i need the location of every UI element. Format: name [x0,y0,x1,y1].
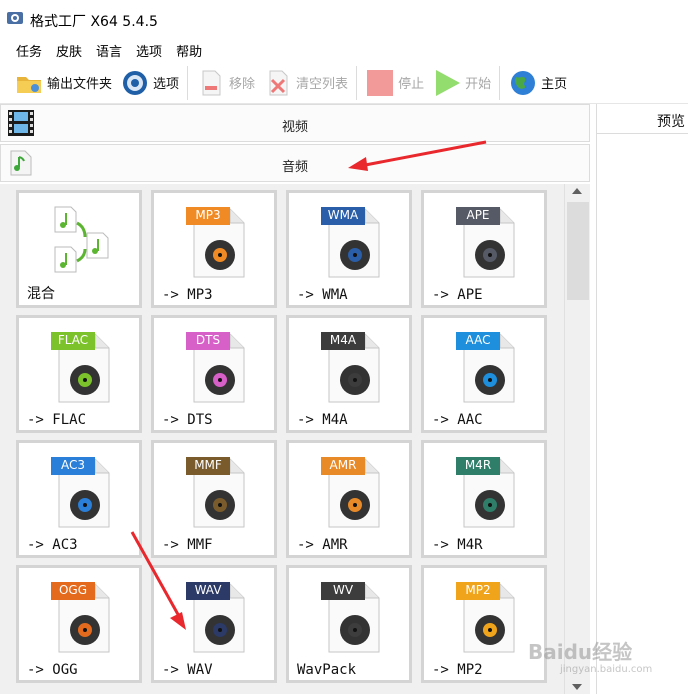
start-label: 开始 [465,77,492,92]
format-tile-wav[interactable]: WAV -> WAV [151,565,277,683]
format-label: -> M4A [297,412,348,428]
menu-language[interactable]: 语言 [96,41,122,60]
output-folder-button[interactable]: 输出文件夹 [10,66,116,100]
format-badge: APE [466,208,490,222]
category-video-label: 视频 [281,120,308,135]
toolbar-separator [356,65,358,100]
format-tile-ac3[interactable]: AC3 -> AC3 [16,440,142,558]
format-tile-dts[interactable]: DTS -> DTS [151,315,277,433]
format-label: -> FLAC [27,412,87,428]
format-label: -> WAV [162,662,213,678]
globe-icon [511,70,536,95]
scroll-thumb[interactable] [567,202,589,300]
home-button[interactable]: 主页 [504,66,571,100]
format-tile-mp2[interactable]: MP2 -> MP2 [421,565,547,683]
stop-icon [367,69,394,96]
format-label: -> M4R [432,537,483,553]
options-label: 选项 [153,77,180,92]
audio-format-grid: 混合 MP3 -> MP3 WMA -> WMA APE -> APE FLAC… [0,184,564,694]
menu-bar: 任务 皮肤 语言 选项 帮助 [0,38,688,62]
window-title: 格式工厂 X64 5.4.5 [30,14,158,30]
format-badge: AAC [465,333,491,347]
format-tile-m4r[interactable]: M4R -> M4R [421,440,547,558]
category-audio[interactable]: 音频 [0,144,590,182]
format-label: -> MMF [162,537,213,553]
start-button[interactable]: 开始 [428,66,495,100]
format-badge: AMR [329,458,357,472]
watermark-url: jingyan.baidu.com [560,664,653,675]
format-badge: WMA [327,208,359,222]
preview-panel: 预览 [596,104,688,694]
format-tile-m4a[interactable]: M4A -> M4A [286,315,412,433]
format-tile-wv[interactable]: WV WavPack [286,565,412,683]
format-label: 混合 [27,286,55,302]
format-label: WavPack [297,662,357,678]
format-badge: MP3 [195,208,221,222]
mix-notes-icon [54,206,109,273]
toolbar: 输出文件夹 选项 移除 清空列表 停止 开始 主页 [0,62,688,104]
format-tile-ogg[interactable]: OGG -> OGG [16,565,142,683]
remove-label: 移除 [229,77,256,92]
format-badge: FLAC [57,333,89,347]
vertical-scrollbar[interactable] [564,184,590,694]
format-badge: WV [332,583,354,597]
clear-list-label: 清空列表 [296,77,349,92]
format-label: -> DTS [162,412,213,428]
format-label: -> OGG [27,662,78,678]
format-label: -> APE [432,287,483,303]
stop-label: 停止 [398,77,425,92]
menu-skin[interactable]: 皮肤 [56,41,82,60]
options-button[interactable]: 选项 [116,66,183,100]
format-badge: DTS [195,333,221,347]
format-label: -> MP2 [432,662,483,678]
format-label: -> AAC [432,412,483,428]
app-logo-icon [7,12,23,24]
scroll-up-arrow-icon[interactable] [572,188,582,194]
format-tile-flac[interactable]: FLAC -> FLAC [16,315,142,433]
watermark-brand: Baidu经验 [528,640,633,664]
format-tile-amr[interactable]: AMR -> AMR [286,440,412,558]
format-tile-mmf[interactable]: MMF -> MMF [151,440,277,558]
format-tile-mix[interactable]: 混合 [16,190,142,308]
folder-icon [17,76,41,93]
format-badge: AC3 [60,458,85,472]
menu-options[interactable]: 选项 [136,41,162,60]
format-tile-aac[interactable]: AAC -> AAC [421,315,547,433]
remove-button[interactable]: 移除 [192,66,259,100]
format-label: -> WMA [297,287,348,303]
home-label: 主页 [541,77,568,92]
left-panel: 视频 音频 混合 MP3 -> MP3 WMA -> WMA APE -> AP… [0,104,592,694]
format-tile-ape[interactable]: APE -> APE [421,190,547,308]
format-badge: OGG [58,583,88,597]
title-bar: 格式工厂 X64 5.4.5 [0,0,688,38]
clear-list-icon [269,70,288,95]
format-label: -> AMR [297,537,348,553]
scroll-down-arrow-icon[interactable] [572,684,582,690]
format-badge: MP2 [465,583,491,597]
gear-icon [123,70,148,95]
toolbar-separator [187,65,189,100]
stop-button[interactable]: 停止 [361,66,428,100]
format-badge: WAV [194,583,222,597]
preview-header: 预览 [597,104,688,134]
play-icon [436,69,461,96]
format-badge: M4A [329,333,357,347]
format-tile-wma[interactable]: WMA -> WMA [286,190,412,308]
clear-list-button[interactable]: 清空列表 [259,66,352,100]
category-audio-label: 音频 [281,160,308,175]
format-label: -> MP3 [162,287,213,303]
remove-document-icon [202,70,221,95]
category-video[interactable]: 视频 [0,104,590,142]
menu-tasks[interactable]: 任务 [16,41,42,60]
menu-help[interactable]: 帮助 [176,41,202,60]
format-label: -> AC3 [27,537,78,553]
output-folder-label: 输出文件夹 [47,77,113,92]
toolbar-separator [499,65,501,100]
format-tile-mp3[interactable]: MP3 -> MP3 [151,190,277,308]
format-badge: MMF [194,458,222,472]
format-badge: M4R [464,458,492,472]
